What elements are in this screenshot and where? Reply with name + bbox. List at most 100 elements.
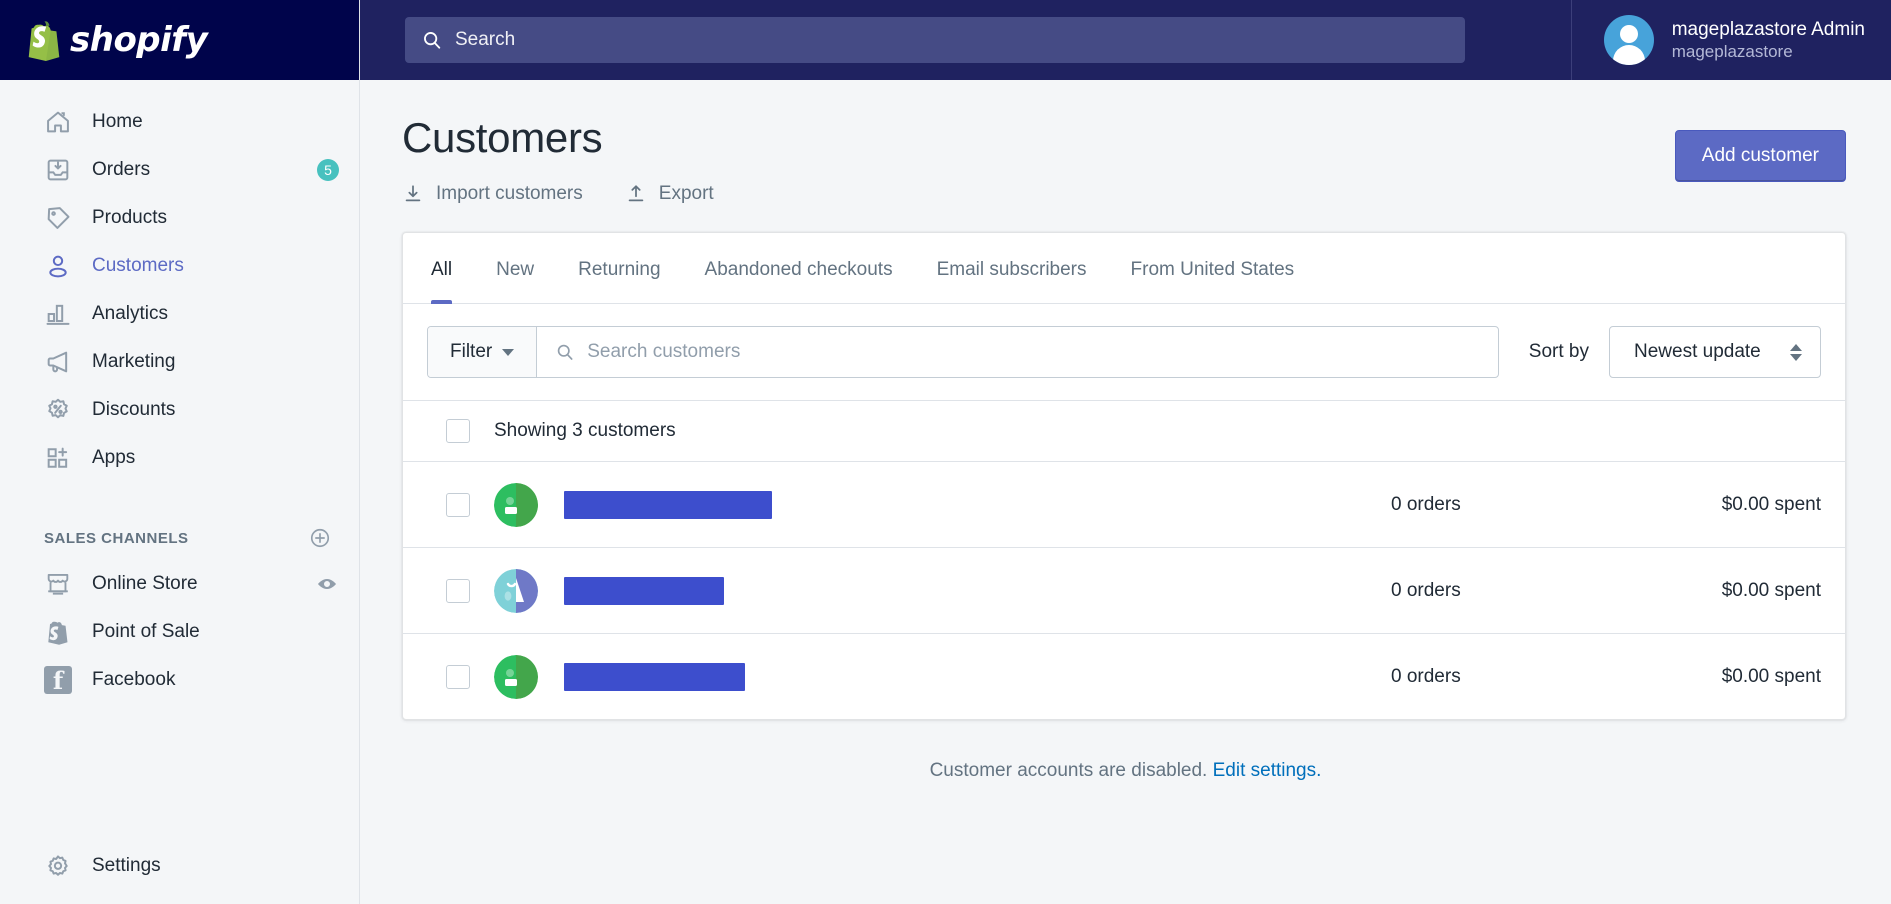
customer-filter-tabs: All New Returning Abandoned checkouts Em… bbox=[403, 233, 1845, 304]
discount-percent-icon bbox=[48, 398, 68, 419]
sales-channels-title: SALES CHANNELS bbox=[44, 529, 189, 547]
evernote-green-avatar-icon bbox=[494, 654, 538, 699]
filter-search-group: Filter Search customers bbox=[427, 326, 1499, 378]
storefront-icon bbox=[47, 573, 69, 595]
shopify-bag-logo-icon bbox=[28, 21, 60, 61]
footer-note-text: Customer accounts are disabled. bbox=[929, 760, 1208, 781]
brand-logo[interactable]: shopify bbox=[0, 0, 359, 80]
import-customers-button[interactable]: Import customers bbox=[402, 182, 583, 206]
sidebar-item-marketing[interactable]: Marketing bbox=[0, 338, 359, 386]
footer-note: Customer accounts are disabled. Edit set… bbox=[360, 760, 1891, 782]
amount-spent: $0.00 spent bbox=[1721, 493, 1821, 515]
select-all-checkbox[interactable] bbox=[446, 419, 470, 443]
person-icon bbox=[49, 255, 67, 278]
filter-label: Filter bbox=[450, 341, 493, 362]
main-area: Search mageplazastore Admin mageplazasto… bbox=[360, 0, 1891, 904]
export-label: Export bbox=[658, 183, 714, 204]
row-checkbox[interactable] bbox=[446, 578, 470, 603]
export-button[interactable]: Export bbox=[625, 182, 714, 206]
sort-by-label: Sort by bbox=[1528, 341, 1589, 362]
import-customers-label: Import customers bbox=[436, 183, 583, 204]
user-name: mageplazastore Admin bbox=[1671, 18, 1865, 40]
global-search-input[interactable]: Search bbox=[405, 17, 1465, 63]
chevron-down-icon bbox=[502, 348, 515, 356]
filter-button[interactable]: Filter bbox=[428, 327, 538, 377]
bar-chart-icon bbox=[46, 304, 70, 325]
customer-name-redacted bbox=[564, 490, 772, 519]
orders-count: 0 orders bbox=[1391, 665, 1461, 687]
evernote-green-avatar-icon bbox=[494, 482, 538, 527]
tab-abandoned-checkouts[interactable]: Abandoned checkouts bbox=[683, 233, 915, 303]
sidebar-item-label: Analytics bbox=[92, 303, 169, 324]
sidebar-item-label: Products bbox=[92, 207, 167, 228]
import-download-icon bbox=[405, 185, 421, 202]
page-title: Customers bbox=[402, 114, 603, 161]
sidebar-item-label: Facebook bbox=[92, 669, 176, 690]
table-row[interactable]: 0 orders $0.00 spent bbox=[403, 633, 1845, 719]
edit-settings-link[interactable]: Edit settings. bbox=[1213, 760, 1322, 781]
orders-count-badge: 5 bbox=[317, 159, 339, 181]
tab-returning[interactable]: Returning bbox=[556, 233, 682, 303]
sidebar-item-label: Home bbox=[92, 111, 143, 132]
showing-row: Showing 3 customers bbox=[403, 400, 1845, 461]
showing-count-label: Showing 3 customers bbox=[494, 420, 676, 441]
tag-icon bbox=[47, 207, 70, 229]
orders-count: 0 orders bbox=[1391, 493, 1461, 515]
export-upload-icon bbox=[628, 185, 644, 202]
sidebar-item-label: Customers bbox=[92, 255, 184, 276]
shopify-admin-app: shopify Home Orders 5 Products Customers… bbox=[0, 0, 1891, 904]
customer-name-redacted bbox=[564, 662, 745, 691]
amount-spent: $0.00 spent bbox=[1721, 665, 1821, 687]
teal-purple-avatar-icon bbox=[494, 568, 538, 613]
orders-count: 0 orders bbox=[1391, 579, 1461, 601]
user-avatar-icon bbox=[1603, 15, 1654, 65]
gear-icon bbox=[48, 855, 68, 876]
sidebar-item-label: Orders bbox=[92, 159, 151, 180]
primary-navigation: Home Orders 5 Products Customers Analyti… bbox=[0, 80, 359, 704]
list-toolbar: Filter Search customers Sort by Newest u… bbox=[403, 304, 1845, 400]
sort-updown-icon bbox=[1790, 343, 1802, 361]
sidebar-item-label: Point of Sale bbox=[92, 621, 200, 642]
user-menu[interactable]: mageplazastore Admin mageplazastore bbox=[1570, 0, 1891, 80]
tab-from-united-states[interactable]: From United States bbox=[1109, 233, 1317, 303]
sidebar-item-apps[interactable]: Apps bbox=[0, 434, 359, 482]
sort-by-select[interactable]: Newest update bbox=[1609, 326, 1821, 378]
tab-email-subscribers[interactable]: Email subscribers bbox=[915, 233, 1109, 303]
orders-inbox-icon bbox=[47, 159, 69, 181]
amount-spent: $0.00 spent bbox=[1721, 579, 1821, 601]
sidebar-item-label: Discounts bbox=[92, 399, 176, 420]
sidebar-footer: Settings bbox=[0, 842, 359, 890]
sidebar-item-products[interactable]: Products bbox=[0, 194, 359, 242]
search-customers-placeholder: Search customers bbox=[587, 341, 741, 362]
sidebar-item-settings[interactable]: Settings bbox=[0, 842, 359, 890]
tab-new[interactable]: New bbox=[474, 233, 556, 303]
row-checkbox[interactable] bbox=[446, 492, 470, 517]
sidebar-item-label: Apps bbox=[92, 447, 136, 468]
search-customers-input[interactable]: Search customers bbox=[537, 327, 1498, 377]
sidebar-item-label: Online Store bbox=[92, 573, 198, 594]
sidebar-item-home[interactable]: Home bbox=[0, 98, 359, 146]
sidebar-item-point-of-sale[interactable]: Point of Sale bbox=[0, 608, 359, 656]
global-search-placeholder: Search bbox=[455, 29, 516, 50]
user-store-name: mageplazastore bbox=[1671, 42, 1793, 62]
row-checkbox[interactable] bbox=[446, 664, 470, 689]
sales-channels-header: SALES CHANNELS bbox=[0, 516, 359, 560]
facebook-icon: f bbox=[44, 666, 72, 694]
sidebar-item-analytics[interactable]: Analytics bbox=[0, 290, 359, 338]
add-customer-button[interactable]: Add customer bbox=[1674, 130, 1846, 182]
sidebar-item-online-store[interactable]: Online Store bbox=[0, 560, 359, 608]
sidebar-item-facebook[interactable]: f Facebook bbox=[0, 656, 359, 704]
sidebar-item-customers[interactable]: Customers bbox=[0, 242, 359, 290]
sidebar-item-orders[interactable]: Orders 5 bbox=[0, 146, 359, 194]
plus-circle-icon[interactable] bbox=[309, 527, 331, 549]
tab-all[interactable]: All bbox=[409, 233, 474, 304]
top-bar: Search mageplazastore Admin mageplazasto… bbox=[360, 0, 1891, 80]
customers-card: All New Returning Abandoned checkouts Em… bbox=[402, 232, 1846, 720]
page-header: Customers Import customers Export Add cu… bbox=[360, 80, 1891, 206]
eye-icon[interactable] bbox=[315, 572, 339, 596]
sidebar-item-label: Marketing bbox=[92, 351, 176, 372]
table-row[interactable]: 0 orders $0.00 spent bbox=[403, 461, 1845, 547]
sidebar-item-discounts[interactable]: Discounts bbox=[0, 386, 359, 434]
page-action-bar: Import customers Export bbox=[402, 182, 1675, 206]
table-row[interactable]: 0 orders $0.00 spent bbox=[403, 547, 1845, 633]
